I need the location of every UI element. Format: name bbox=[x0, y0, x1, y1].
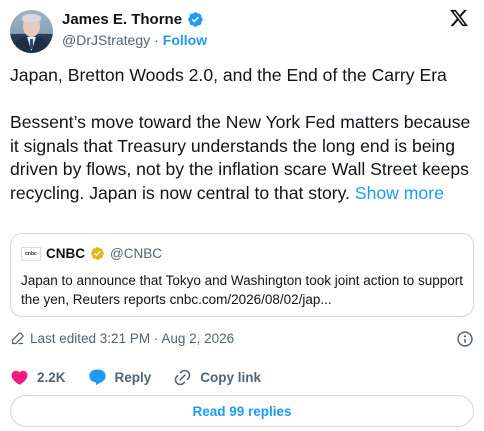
author-name[interactable]: James E. Thorne bbox=[62, 11, 182, 28]
edited-info[interactable]: Last edited 3:21 PM · Aug 2, 2026 bbox=[10, 331, 234, 346]
link-icon bbox=[175, 369, 191, 386]
reply-button[interactable]: Reply bbox=[88, 368, 152, 387]
reply-label: Reply bbox=[114, 370, 152, 385]
gold-verified-badge-icon bbox=[91, 247, 104, 260]
info-icon[interactable] bbox=[456, 330, 474, 348]
show-more-link[interactable]: Show more bbox=[355, 183, 444, 203]
pencil-icon bbox=[11, 332, 24, 345]
separator-dot: · bbox=[154, 32, 159, 48]
tweet-body: Bessent’s move toward the New York Fed m… bbox=[10, 111, 480, 205]
edited-timestamp: Last edited 3:21 PM · Aug 2, 2026 bbox=[30, 331, 235, 346]
quoted-author-handle: @CNBC bbox=[110, 246, 162, 261]
x-logo-icon[interactable] bbox=[448, 8, 470, 28]
copy-link-button[interactable]: Copy link bbox=[173, 368, 261, 387]
quoted-tweet-text: Japan to announce that Tokyo and Washing… bbox=[21, 273, 464, 307]
quoted-author-name: CNBC bbox=[46, 246, 85, 261]
quoted-tweet-header: cnbc CNBC @CNBC bbox=[21, 246, 162, 261]
tweet-title-line: Japan, Bretton Woods 2.0, and the End of… bbox=[10, 65, 447, 85]
tweet-actions: 2.2K Reply Copy link bbox=[10, 368, 283, 387]
like-button[interactable]: 2.2K bbox=[10, 368, 66, 387]
likes-count: 2.2K bbox=[37, 370, 66, 385]
author-name-row: James E. Thorne bbox=[62, 11, 204, 28]
cnbc-logo: cnbc bbox=[21, 246, 41, 261]
read-replies-button[interactable]: Read 99 replies bbox=[10, 395, 474, 427]
tweet-text: Japan, Bretton Woods 2.0, and the End of… bbox=[10, 64, 480, 205]
reply-bubble-icon bbox=[88, 369, 106, 386]
follow-button[interactable]: Follow bbox=[163, 32, 207, 48]
verified-badge-icon bbox=[188, 12, 203, 27]
author-handle[interactable]: @DrJStrategy bbox=[62, 32, 150, 48]
quoted-tweet[interactable]: cnbc CNBC @CNBC Japan to announce that T… bbox=[10, 233, 474, 317]
author-avatar[interactable] bbox=[10, 10, 53, 53]
author-handle-row: @DrJStrategy · Follow bbox=[62, 32, 207, 48]
copy-link-label: Copy link bbox=[200, 370, 262, 385]
heart-icon bbox=[11, 370, 28, 385]
